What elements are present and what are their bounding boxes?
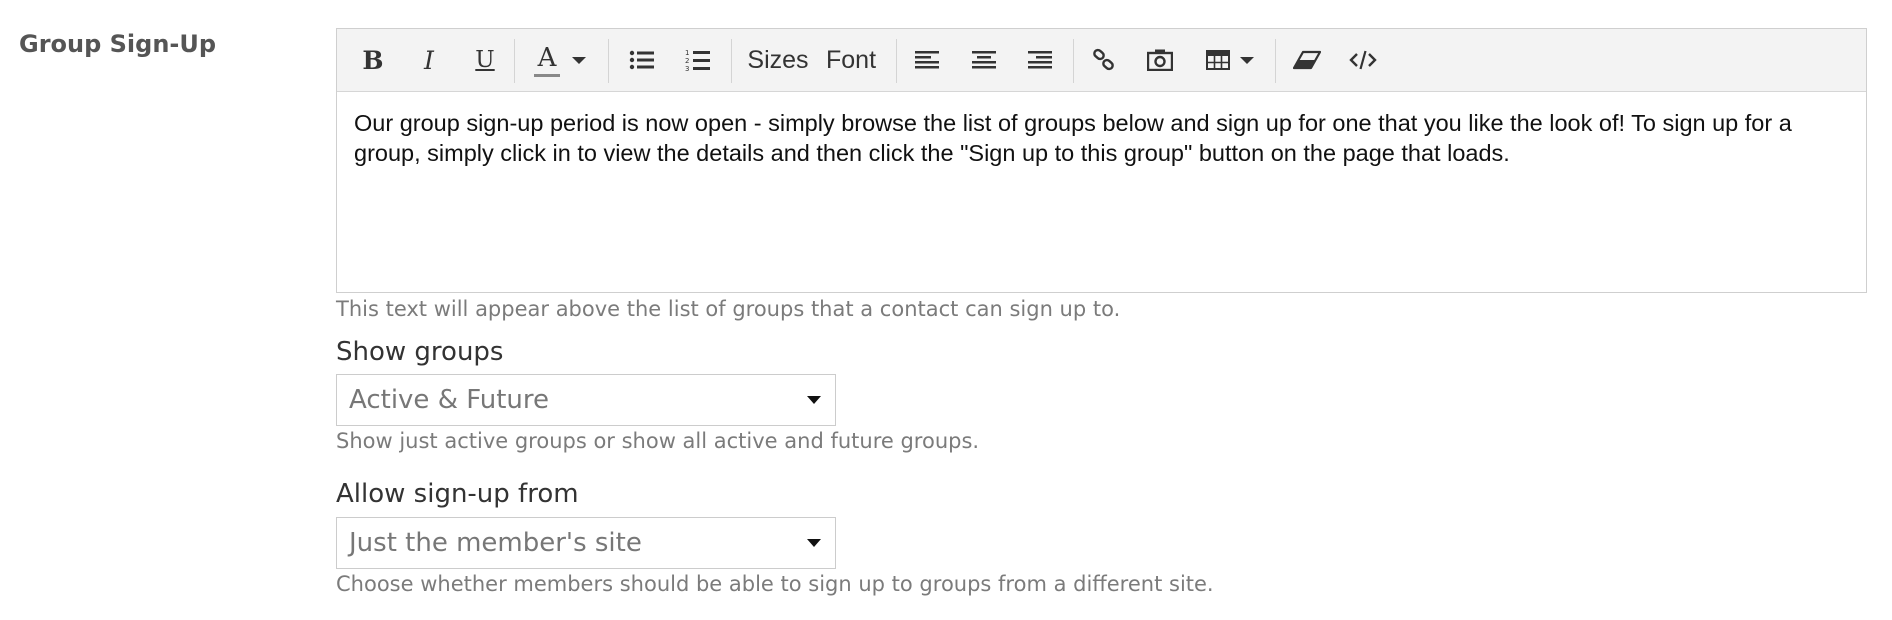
allow-signup-label: Allow sign-up from [336,479,579,509]
italic-button[interactable]: I [411,39,447,81]
ordered-list-button[interactable]: 1 2 3 [678,39,718,81]
link-icon [1093,48,1114,71]
link-button[interactable] [1084,39,1124,81]
toolbar-separator [731,39,732,83]
code-view-icon [1349,50,1377,70]
eraser-icon [1293,50,1321,70]
underline-button[interactable]: U [467,39,503,81]
unordered-list-button[interactable] [622,39,662,81]
svg-text:3: 3 [685,65,689,72]
ordered-list-icon: 1 2 3 [685,49,710,72]
chevron-down-icon [572,56,586,64]
underline-icon: U [475,47,495,73]
bold-button[interactable]: B [355,39,391,81]
allow-signup-select[interactable]: Just the member's site [336,517,836,569]
caret-down-icon [807,396,821,404]
rich-text-editor: B I U A 1 2 3 Sizes Font Our group sign-… [336,28,1867,293]
align-left-button[interactable] [907,39,947,81]
allow-signup-help-text: Choose whether members should be able to… [336,572,1214,596]
toolbar-separator [514,39,515,83]
editor-help-text: This text will appear above the list of … [336,297,1121,321]
svg-text:2: 2 [685,57,689,65]
align-right-button[interactable] [1020,39,1060,81]
chevron-down-icon [1240,56,1254,64]
font-color-swatch [534,74,560,77]
italic-icon: I [424,45,434,75]
show-groups-select[interactable]: Active & Future [336,374,836,426]
clear-format-button[interactable] [1287,39,1327,81]
editor-toolbar: B I U A 1 2 3 Sizes Font [337,29,1866,92]
toolbar-separator [1275,39,1276,83]
svg-text:1: 1 [685,49,689,57]
align-left-icon [915,51,939,69]
toolbar-separator [1073,39,1074,83]
sizes-label: Sizes [747,45,809,74]
group-signup-settings: Group Sign-Up B I U A 1 2 3 Sizes Font O… [0,0,1892,620]
font-color-button[interactable]: A [527,39,593,81]
bold-icon: B [362,45,384,75]
align-right-icon [1028,51,1052,69]
font-color-icon: A [534,43,560,77]
align-center-icon [972,51,996,69]
unordered-list-icon [629,50,654,70]
section-label: Group Sign-Up [19,30,217,58]
font-label: Font [825,45,877,74]
toolbar-separator [608,39,609,83]
caret-down-icon [807,539,821,547]
sizes-button[interactable]: Sizes [741,39,815,81]
allow-signup-value: Just the member's site [349,528,642,558]
toolbar-separator [896,39,897,83]
table-button[interactable] [1196,39,1264,81]
code-view-button[interactable] [1343,39,1383,81]
show-groups-value: Active & Future [349,385,550,415]
table-icon [1206,50,1230,70]
editor-content[interactable]: Our group sign-up period is now open - s… [337,92,1866,168]
picture-button[interactable] [1140,39,1180,81]
picture-icon [1147,49,1173,71]
show-groups-label: Show groups [336,337,504,367]
font-color-letter: A [537,43,557,73]
show-groups-help-text: Show just active groups or show all acti… [336,429,980,453]
align-center-button[interactable] [964,39,1004,81]
font-button[interactable]: Font [820,39,882,81]
